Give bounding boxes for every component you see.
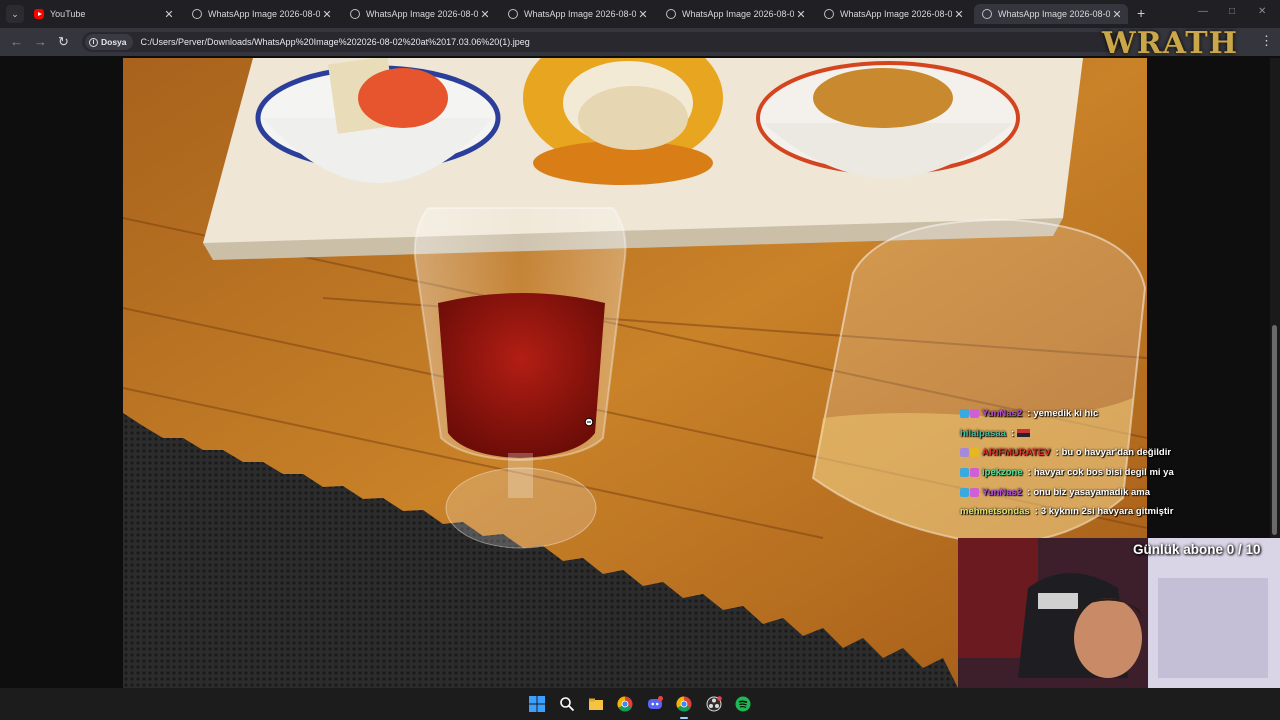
- file-explorer-icon[interactable]: [588, 696, 604, 712]
- chat-badges: [960, 487, 979, 497]
- browser-tab[interactable]: YouTube ✕: [26, 4, 180, 24]
- active-app-indicator: [680, 717, 688, 719]
- chat-text: onu biz yasayamadik ama: [1033, 486, 1151, 498]
- browser-tab[interactable]: WhatsApp Image 2026-08-02 a✕: [500, 4, 654, 24]
- stream-chat-overlay: YunNas2: yemedik ki hic hilalpasaa: ARIFMUR…: [960, 404, 1260, 522]
- tab-close-icon[interactable]: ✕: [478, 8, 492, 21]
- tab-title: YouTube: [50, 9, 86, 19]
- chat-username: mehmetsondas: [960, 506, 1030, 518]
- chat-message: hilalpasaa:: [960, 424, 1260, 444]
- url-text[interactable]: C:/Users/Perver/Downloads/WhatsApp%20Ima…: [141, 37, 530, 47]
- maximize-button[interactable]: □: [1229, 6, 1235, 17]
- site-info-chip[interactable]: i Dosya: [85, 34, 133, 50]
- chat-message: ARIFMURATEV: bu o havyar'dan değildir: [960, 443, 1260, 463]
- info-icon: i: [89, 37, 98, 47]
- chrome-active-icon[interactable]: [676, 696, 692, 712]
- tab-close-icon[interactable]: ✕: [1110, 8, 1124, 21]
- chat-text: bu o havyar'dan değildir: [1061, 447, 1172, 459]
- badge-icon: [960, 409, 969, 419]
- globe-icon: [824, 9, 834, 19]
- address-bar[interactable]: i Dosya C:/Users/Perver/Downloads/WhatsA…: [82, 32, 1122, 52]
- tab-strip: ⌄ YouTube✕WhatsApp Image 2026-08-02 a✕Wh…: [0, 0, 1280, 28]
- chat-badges: [960, 409, 979, 419]
- browser-tab[interactable]: WhatsApp Image 2026-08-02 a✕: [974, 4, 1128, 24]
- zoom-cursor-icon: [584, 417, 594, 427]
- badge-icon: [970, 448, 979, 458]
- windows-taskbar: [0, 688, 1280, 720]
- spotify-icon[interactable]: [735, 696, 751, 712]
- search-icon[interactable]: [559, 696, 575, 712]
- tab-close-icon[interactable]: ✕: [320, 8, 334, 21]
- tab-search-button[interactable]: ⌄: [6, 5, 24, 23]
- browser-tab[interactable]: WhatsApp Image 2026-08-02 a✕: [658, 4, 812, 24]
- scrollbar-thumb[interactable]: [1272, 325, 1277, 535]
- security-chip-label: Dosya: [101, 37, 127, 47]
- chat-username: YunNas2: [982, 486, 1023, 498]
- chat-separator: :: [1027, 408, 1031, 420]
- discord-icon[interactable]: [647, 696, 663, 712]
- new-tab-button[interactable]: +: [1137, 5, 1145, 21]
- browser-tab[interactable]: WhatsApp Image 2026-08-02 a✕: [816, 4, 970, 24]
- tab-title: WhatsApp Image 2026-08-02 a: [366, 9, 478, 19]
- chat-message: mehmetsondas:3 kyknın 2si havyara gitmiş…: [960, 502, 1260, 522]
- badge-icon: [960, 468, 969, 478]
- chat-username: ARIFMURATEV: [982, 447, 1051, 459]
- windows-start-icon[interactable]: [529, 696, 545, 712]
- chat-username: hilalpasaa: [960, 427, 1006, 439]
- reload-button[interactable]: ↻: [58, 34, 69, 50]
- browser-tab[interactable]: WhatsApp Image 2026-08-02 a✕: [184, 4, 338, 24]
- badge-icon: [970, 487, 979, 497]
- chat-username: YunNas2: [982, 408, 1023, 420]
- badge-icon: [960, 487, 969, 497]
- tab-title: WhatsApp Image 2026-08-02 a: [998, 9, 1110, 19]
- browser-toolbar: ← → ↻ i Dosya C:/Users/Perver/Downloads/…: [0, 28, 1280, 56]
- minimize-button[interactable]: —: [1198, 6, 1208, 17]
- tab-close-icon[interactable]: ✕: [162, 8, 176, 21]
- chat-separator: :: [1027, 467, 1031, 479]
- youtube-icon: [34, 9, 44, 19]
- chat-text: yemedik ki hic: [1033, 408, 1099, 420]
- badge-icon: [960, 448, 969, 458]
- chat-message: YunNas2: yemedik ki hic: [960, 404, 1260, 424]
- chat-badges: [960, 468, 979, 478]
- globe-icon: [982, 9, 992, 19]
- chat-message: YunNas2: onu biz yasayamadik ama: [960, 482, 1260, 502]
- forward-button[interactable]: →: [34, 34, 47, 49]
- more-menu-icon[interactable]: ⋮: [1260, 33, 1273, 49]
- tab-close-icon[interactable]: ✕: [794, 8, 808, 21]
- chat-text: 3 kyknın 2si havyara gitmiştir: [1040, 506, 1174, 518]
- chat-separator: :: [1010, 427, 1015, 439]
- badge-icon: [970, 409, 979, 419]
- obs-icon[interactable]: [706, 696, 722, 712]
- chat-username: ipekzone: [982, 467, 1023, 479]
- globe-icon: [508, 9, 518, 19]
- back-button[interactable]: ←: [10, 34, 23, 49]
- flag-emoji-icon: [1017, 429, 1031, 438]
- chat-separator: :: [1055, 447, 1059, 459]
- chat-separator: :: [1034, 506, 1038, 518]
- chat-badges: [960, 448, 979, 458]
- browser-tab[interactable]: WhatsApp Image 2026-08-02 a✕: [342, 4, 496, 24]
- badge-icon: [970, 468, 979, 478]
- tab-close-icon[interactable]: ✕: [952, 8, 966, 21]
- chat-separator: :: [1027, 486, 1031, 498]
- chat-message: ipekzone: havyar cok bos bisi degil mi ya: [960, 463, 1260, 483]
- close-window-button[interactable]: ✕: [1258, 6, 1266, 17]
- tab-title: WhatsApp Image 2026-08-02 a: [682, 9, 794, 19]
- tab-title: WhatsApp Image 2026-08-02 a: [524, 9, 636, 19]
- tab-close-icon[interactable]: ✕: [636, 8, 650, 21]
- chat-text: havyar cok bos bisi degil mi ya: [1033, 467, 1174, 479]
- subscriber-goal: Günlük abone 0 / 10: [1133, 542, 1261, 557]
- globe-icon: [666, 9, 676, 19]
- chrome-icon[interactable]: [617, 696, 633, 712]
- globe-icon: [350, 9, 360, 19]
- tab-title: WhatsApp Image 2026-08-02 a: [208, 9, 320, 19]
- tab-title: WhatsApp Image 2026-08-02 a: [840, 9, 952, 19]
- globe-icon: [192, 9, 202, 19]
